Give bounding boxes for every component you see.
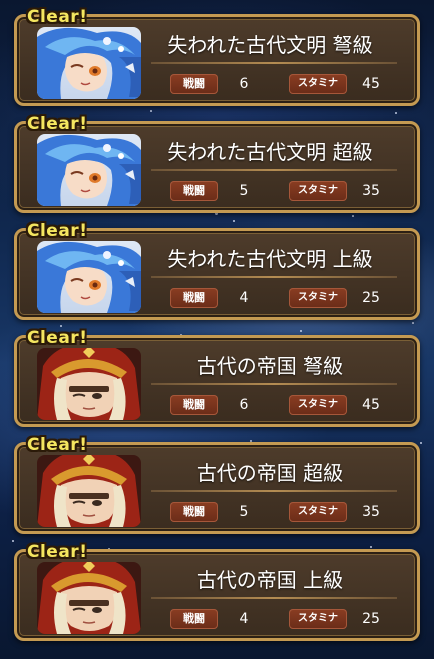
battle-count-label: 戦闘 xyxy=(170,502,218,522)
blue-haired-girl-portrait xyxy=(37,27,141,99)
stamina-label: スタミナ xyxy=(289,181,347,201)
clear-badge: Clear! xyxy=(27,542,88,562)
quest-card[interactable]: Clear! 失われた古代文明 弩級 戦闘 6 スタミナ 45 xyxy=(14,7,420,106)
battle-count-value: 4 xyxy=(239,611,249,627)
clear-badge: Clear! xyxy=(27,7,88,27)
stamina-label: スタミナ xyxy=(289,288,347,308)
stamina-value: 25 xyxy=(362,611,380,627)
quest-title: 古代の帝国 弩級 xyxy=(196,354,344,378)
stamina-label: スタミナ xyxy=(289,609,347,629)
quest-title: 古代の帝国 上級 xyxy=(196,568,344,592)
battle-count-value: 4 xyxy=(239,290,249,306)
stamina-label: スタミナ xyxy=(289,502,347,522)
quest-card[interactable]: Clear! 失われた古代文明 上級 戦闘 4 スタミナ 25 xyxy=(14,221,420,320)
stamina-value: 35 xyxy=(362,504,380,520)
clear-badge: Clear! xyxy=(27,435,88,455)
battle-count-label: 戦闘 xyxy=(170,74,218,94)
clear-badge: Clear! xyxy=(27,114,88,134)
stamina-value: 45 xyxy=(362,397,380,413)
stamina-label: スタミナ xyxy=(289,74,347,94)
blue-haired-girl-portrait xyxy=(37,241,141,313)
divider xyxy=(151,383,397,385)
battle-count-value: 5 xyxy=(239,183,249,199)
stamina-value: 35 xyxy=(362,183,380,199)
quest-title: 失われた古代文明 上級 xyxy=(167,247,373,271)
red-hooded-man-portrait xyxy=(37,348,141,420)
battle-count-label: 戦闘 xyxy=(170,181,218,201)
quest-title: 古代の帝国 超級 xyxy=(196,461,344,485)
quest-card[interactable]: Clear! 古代の帝国 上級 戦闘 4 スタミナ 25 xyxy=(14,542,420,641)
divider xyxy=(151,62,397,64)
stamina-value: 45 xyxy=(362,76,380,92)
quest-card[interactable]: Clear! 古代の帝国 超級 戦闘 5 スタミナ 35 xyxy=(14,435,420,534)
divider xyxy=(151,169,397,171)
battle-count-label: 戦闘 xyxy=(170,288,218,308)
stamina-label: スタミナ xyxy=(289,395,347,415)
divider xyxy=(151,276,397,278)
battle-count-value: 6 xyxy=(239,76,249,92)
divider xyxy=(151,490,397,492)
battle-count-label: 戦闘 xyxy=(170,395,218,415)
divider xyxy=(151,597,397,599)
red-hooded-man-portrait xyxy=(37,562,141,634)
battle-count-value: 6 xyxy=(239,397,249,413)
clear-badge: Clear! xyxy=(27,221,88,241)
quest-title: 失われた古代文明 超級 xyxy=(167,140,373,164)
red-hooded-man-portrait xyxy=(37,455,141,527)
battle-count-value: 5 xyxy=(239,504,249,520)
quest-title: 失われた古代文明 弩級 xyxy=(167,33,373,57)
quest-card[interactable]: Clear! 古代の帝国 弩級 戦闘 6 スタミナ 45 xyxy=(14,328,420,427)
blue-haired-girl-portrait xyxy=(37,134,141,206)
quest-card[interactable]: Clear! 失われた古代文明 超級 戦闘 5 スタミナ 35 xyxy=(14,114,420,213)
quest-list: Clear! 失われた古代文明 弩級 戦闘 6 スタミナ 45 Clear! 失… xyxy=(14,7,420,656)
clear-badge: Clear! xyxy=(27,328,88,348)
stamina-value: 25 xyxy=(362,290,380,306)
battle-count-label: 戦闘 xyxy=(170,609,218,629)
